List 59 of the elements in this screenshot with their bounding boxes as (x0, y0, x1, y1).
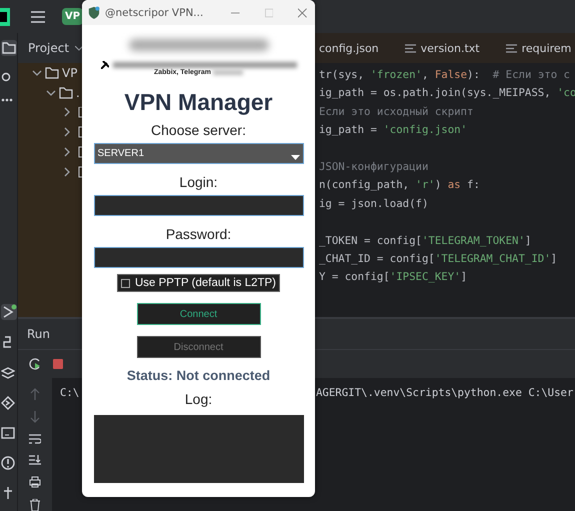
run-tab[interactable]: Run (27, 327, 50, 341)
pptp-checkbox[interactable]: Use PPTP (default is L2TP) (116, 274, 280, 292)
blurred-text (213, 70, 244, 75)
code-line: JSON-конфигурации (319, 160, 428, 174)
login-field[interactable] (94, 195, 304, 216)
services-icon[interactable] (1, 396, 15, 410)
layers-icon[interactable] (1, 366, 15, 380)
circle-icon[interactable] (1, 72, 11, 82)
app-logo-icon (0, 8, 10, 26)
project-badge[interactable]: VP (62, 8, 84, 25)
editor-tab[interactable]: version.txt (404, 42, 480, 54)
app-heading: VPN Manager (124, 89, 273, 116)
run-icon[interactable] (1, 304, 17, 320)
code-line: ig_path = 'config.json' (319, 123, 468, 136)
code-line: n(config_path, 'r') as f: (319, 178, 480, 192)
trash-icon[interactable] (30, 499, 40, 511)
text-file-icon (506, 44, 517, 52)
field-label: Login: (179, 174, 218, 191)
password-field[interactable] (94, 247, 304, 268)
menu-icon[interactable] (31, 10, 45, 22)
field-label: Password: (166, 226, 232, 243)
text-file-icon (404, 44, 416, 52)
code-line: tr(sys, 'frozen', False): # Если это с (319, 68, 570, 81)
field-label: Choose server: (151, 122, 246, 139)
status-text: Status: Not connected (126, 368, 270, 383)
folder-icon[interactable] (1, 40, 17, 56)
stop-icon[interactable] (52, 358, 64, 370)
close-icon[interactable] (298, 8, 308, 18)
window-title: @netscripor VPN... (104, 6, 204, 18)
folder-icon (45, 67, 59, 79)
tree-item-label[interactable]: . (76, 86, 80, 100)
editor-tab[interactable]: config.json (319, 42, 379, 54)
code-line: Y = config['IPSEC_KEY'] (319, 270, 467, 284)
project-panel-title[interactable]: Project (28, 41, 70, 55)
console-text: C:\ (60, 386, 80, 399)
tools-icon (100, 61, 108, 69)
log-label: Log: (184, 391, 212, 408)
chevron-icon[interactable] (32, 68, 42, 78)
more-icon[interactable] (1, 98, 13, 102)
problems-icon[interactable] (1, 456, 15, 470)
code-line: Если это исходный скрипт (319, 104, 474, 118)
code-line: _TOKEN = config['TELEGRAM_TOKEN'] (319, 234, 532, 247)
print-icon[interactable] (29, 476, 41, 488)
caret-icon (290, 155, 300, 160)
console-text: AGERGIT\.venv\Scripts\python.exe C:\User (316, 386, 574, 399)
server-dropdown[interactable]: SERVER1 (94, 143, 304, 164)
rerun-icon[interactable] (28, 357, 42, 371)
chevron-icon[interactable] (46, 88, 56, 98)
wrap-icon[interactable] (29, 434, 41, 444)
code-line: _CHAT_ID = config['TELEGRAM_CHAT_ID'] (319, 252, 558, 266)
action-button[interactable]: Connect (136, 303, 260, 325)
shield-icon (88, 5, 100, 20)
folder-icon (59, 87, 73, 99)
terminal-icon[interactable] (1, 426, 15, 440)
scroll-end-icon[interactable] (29, 455, 41, 465)
code-line: ig = json.load(f) (319, 196, 428, 210)
editor-tab[interactable]: requirem (506, 42, 572, 54)
chevron-down-icon[interactable] (75, 46, 84, 50)
tree-item-label[interactable]: VP (62, 66, 78, 80)
